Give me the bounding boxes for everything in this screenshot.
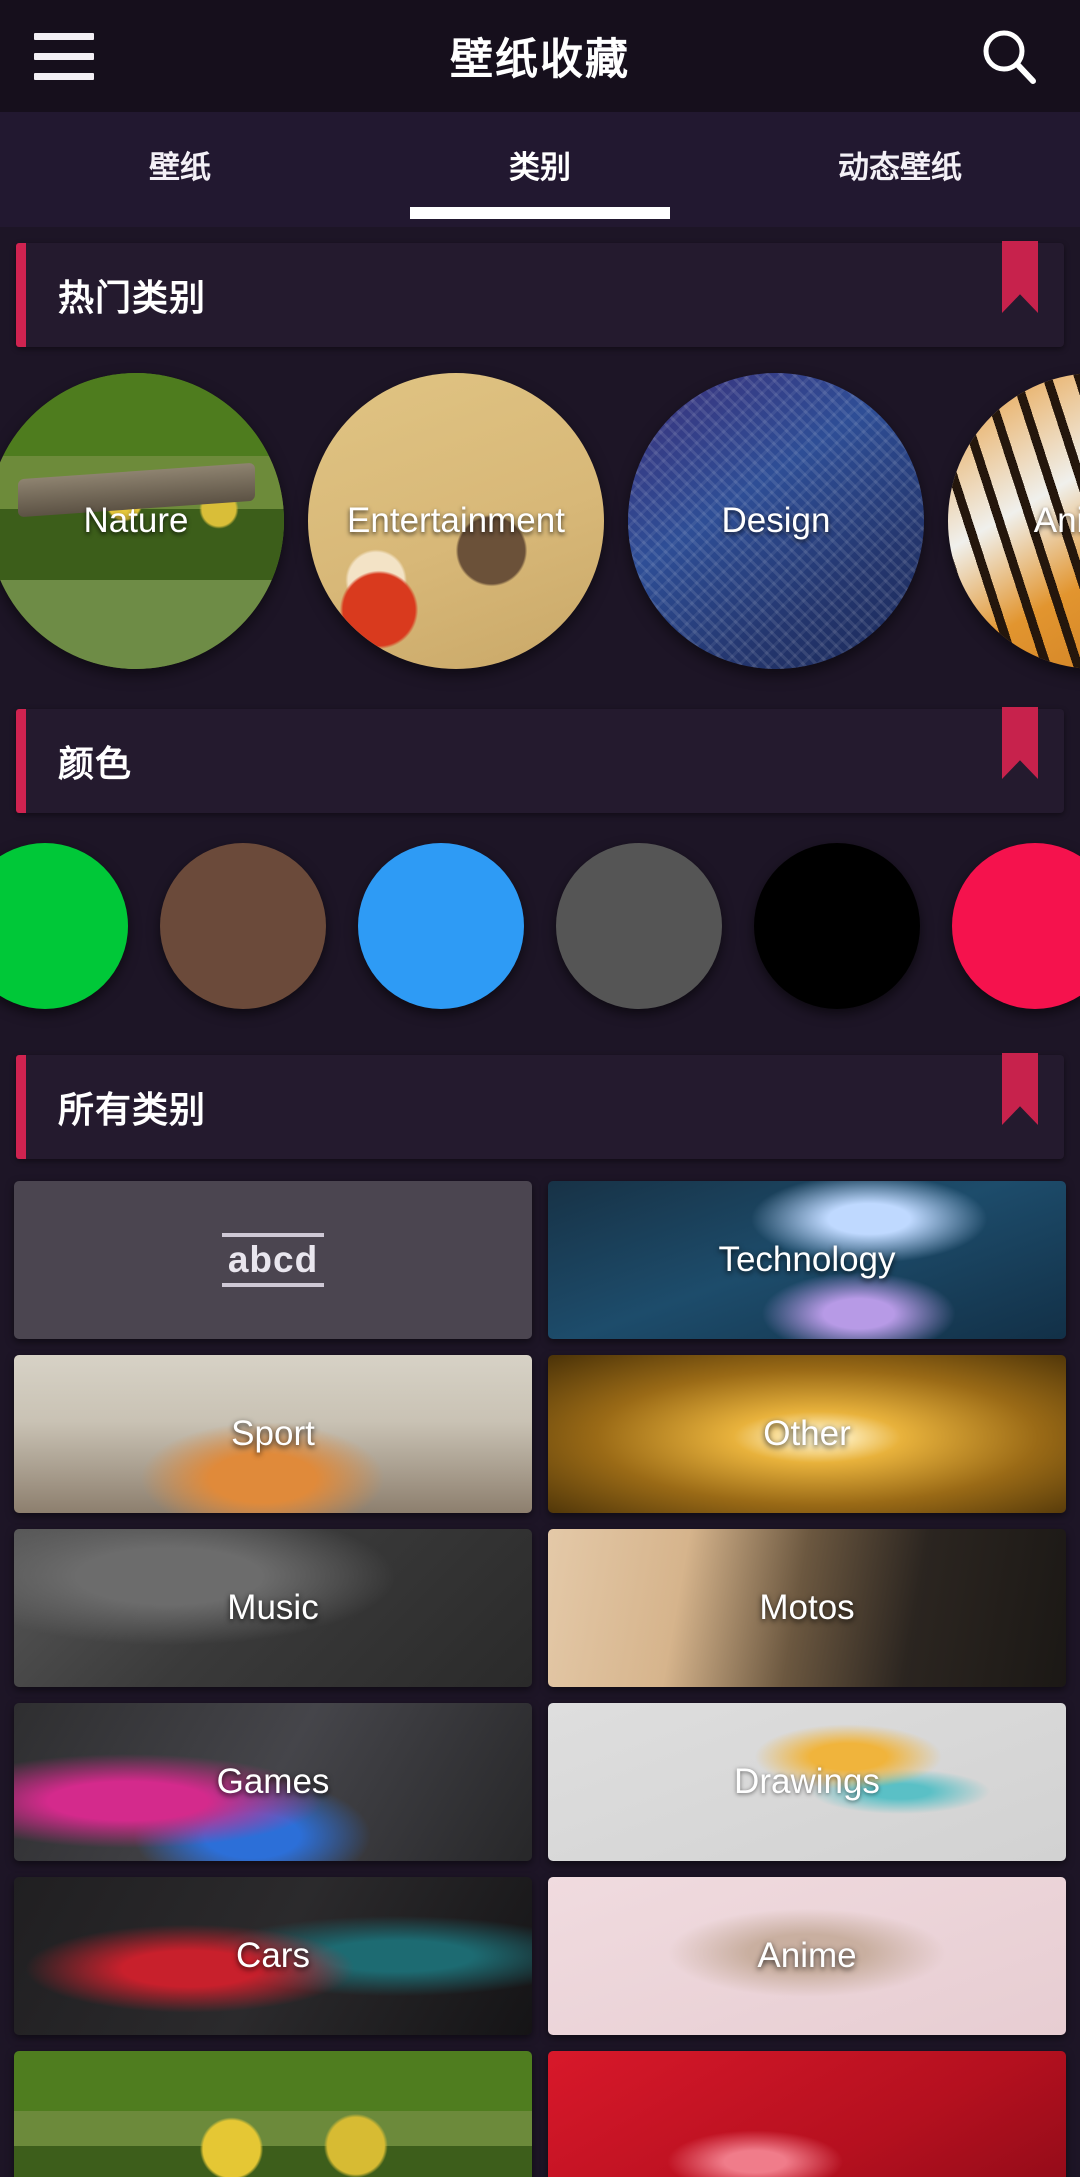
- tab-categories[interactable]: 类别: [360, 112, 720, 227]
- section-header-all-categories[interactable]: 所有类别: [16, 1053, 1064, 1159]
- category-circle-design[interactable]: Design: [628, 373, 924, 669]
- bookmark-ribbon-icon[interactable]: [1002, 707, 1038, 779]
- color-swatch-brown[interactable]: [160, 843, 326, 1009]
- wallpaper-app-screen: 壁纸收藏 壁纸 类别 动态壁纸 热门类别 Nature Entertainmen…: [0, 0, 1080, 2177]
- search-icon[interactable]: [972, 19, 1046, 93]
- category-label: Technology: [718, 1240, 896, 1279]
- category-label: Nature: [83, 501, 189, 540]
- category-tile-cars[interactable]: Cars: [14, 1877, 532, 2035]
- hamburger-line: [34, 32, 94, 40]
- section-accent-bar: [16, 243, 26, 347]
- hamburger-menu-icon[interactable]: [34, 28, 98, 84]
- category-label: Anime: [757, 1936, 857, 1975]
- category-tile-motos[interactable]: Motos: [548, 1529, 1066, 1687]
- category-label: Cars: [236, 1936, 310, 1975]
- category-label: Drawings: [734, 1762, 880, 1801]
- color-swatch-gray[interactable]: [556, 843, 722, 1009]
- tab-indicator: [410, 207, 670, 219]
- tab-label: 壁纸: [149, 150, 211, 185]
- category-tile-drawings[interactable]: Drawings: [548, 1703, 1066, 1861]
- category-tile-placeholder[interactable]: abcd: [14, 1181, 532, 1339]
- category-label: Design: [721, 501, 831, 540]
- category-tile-other[interactable]: Other: [548, 1355, 1066, 1513]
- hamburger-line: [34, 72, 94, 80]
- app-bar: 壁纸收藏: [0, 0, 1080, 112]
- category-circle-entertainment[interactable]: Entertainment: [308, 373, 604, 669]
- tab-wallpapers[interactable]: 壁纸: [0, 112, 360, 227]
- color-swatch-black[interactable]: [754, 843, 920, 1009]
- category-label: Motos: [759, 1588, 855, 1627]
- section-accent-bar: [16, 709, 26, 813]
- section-header-popular[interactable]: 热门类别: [16, 241, 1064, 347]
- color-swatch-green[interactable]: [0, 843, 128, 1009]
- category-tile-technology[interactable]: Technology: [548, 1181, 1066, 1339]
- section-header-colors[interactable]: 颜色: [16, 707, 1064, 813]
- category-label: Games: [216, 1762, 330, 1801]
- category-tile-partial-left[interactable]: [14, 2051, 532, 2177]
- section-title: 颜色: [58, 743, 133, 784]
- placeholder-text: abcd: [221, 1233, 325, 1287]
- category-circle-nature[interactable]: Nature: [0, 373, 284, 669]
- categories-scroll-area[interactable]: 热门类别 Nature Entertainment Design Animals: [0, 227, 1080, 2177]
- category-label: Sport: [231, 1414, 315, 1453]
- color-swatch-carousel[interactable]: [0, 813, 1080, 1039]
- tab-live-wallpapers[interactable]: 动态壁纸: [720, 112, 1080, 227]
- category-label: Music: [227, 1588, 319, 1627]
- section-accent-bar: [16, 1055, 26, 1159]
- color-swatch-blue[interactable]: [358, 843, 524, 1009]
- bookmark-ribbon-icon[interactable]: [1002, 241, 1038, 313]
- color-swatch-pink[interactable]: [952, 843, 1080, 1009]
- hamburger-line: [34, 52, 94, 60]
- popular-categories-carousel[interactable]: Nature Entertainment Design Animals: [0, 347, 1080, 693]
- category-tile-music[interactable]: Music: [14, 1529, 532, 1687]
- section-title: 所有类别: [58, 1089, 207, 1130]
- category-tile-games[interactable]: Games: [14, 1703, 532, 1861]
- section-title: 热门类别: [58, 277, 207, 318]
- page-title: 壁纸收藏: [450, 36, 630, 84]
- bookmark-ribbon-icon[interactable]: [1002, 1053, 1038, 1125]
- category-tile-sport[interactable]: Sport: [14, 1355, 532, 1513]
- category-thumbnail: [548, 2051, 1066, 2177]
- category-circle-animals[interactable]: Animals: [948, 373, 1080, 669]
- category-label: Other: [763, 1414, 851, 1453]
- category-tile-anime[interactable]: Anime: [548, 1877, 1066, 2035]
- category-thumbnail: [14, 2051, 532, 2177]
- all-categories-grid: abcd Technology Sport Other Music Motos: [0, 1159, 1080, 2177]
- category-label: Animals: [1033, 501, 1080, 540]
- tab-label: 类别: [509, 150, 571, 185]
- tab-label: 动态壁纸: [838, 150, 962, 185]
- category-tile-partial-right[interactable]: [548, 2051, 1066, 2177]
- tab-bar: 壁纸 类别 动态壁纸: [0, 112, 1080, 227]
- category-label: Entertainment: [347, 501, 565, 540]
